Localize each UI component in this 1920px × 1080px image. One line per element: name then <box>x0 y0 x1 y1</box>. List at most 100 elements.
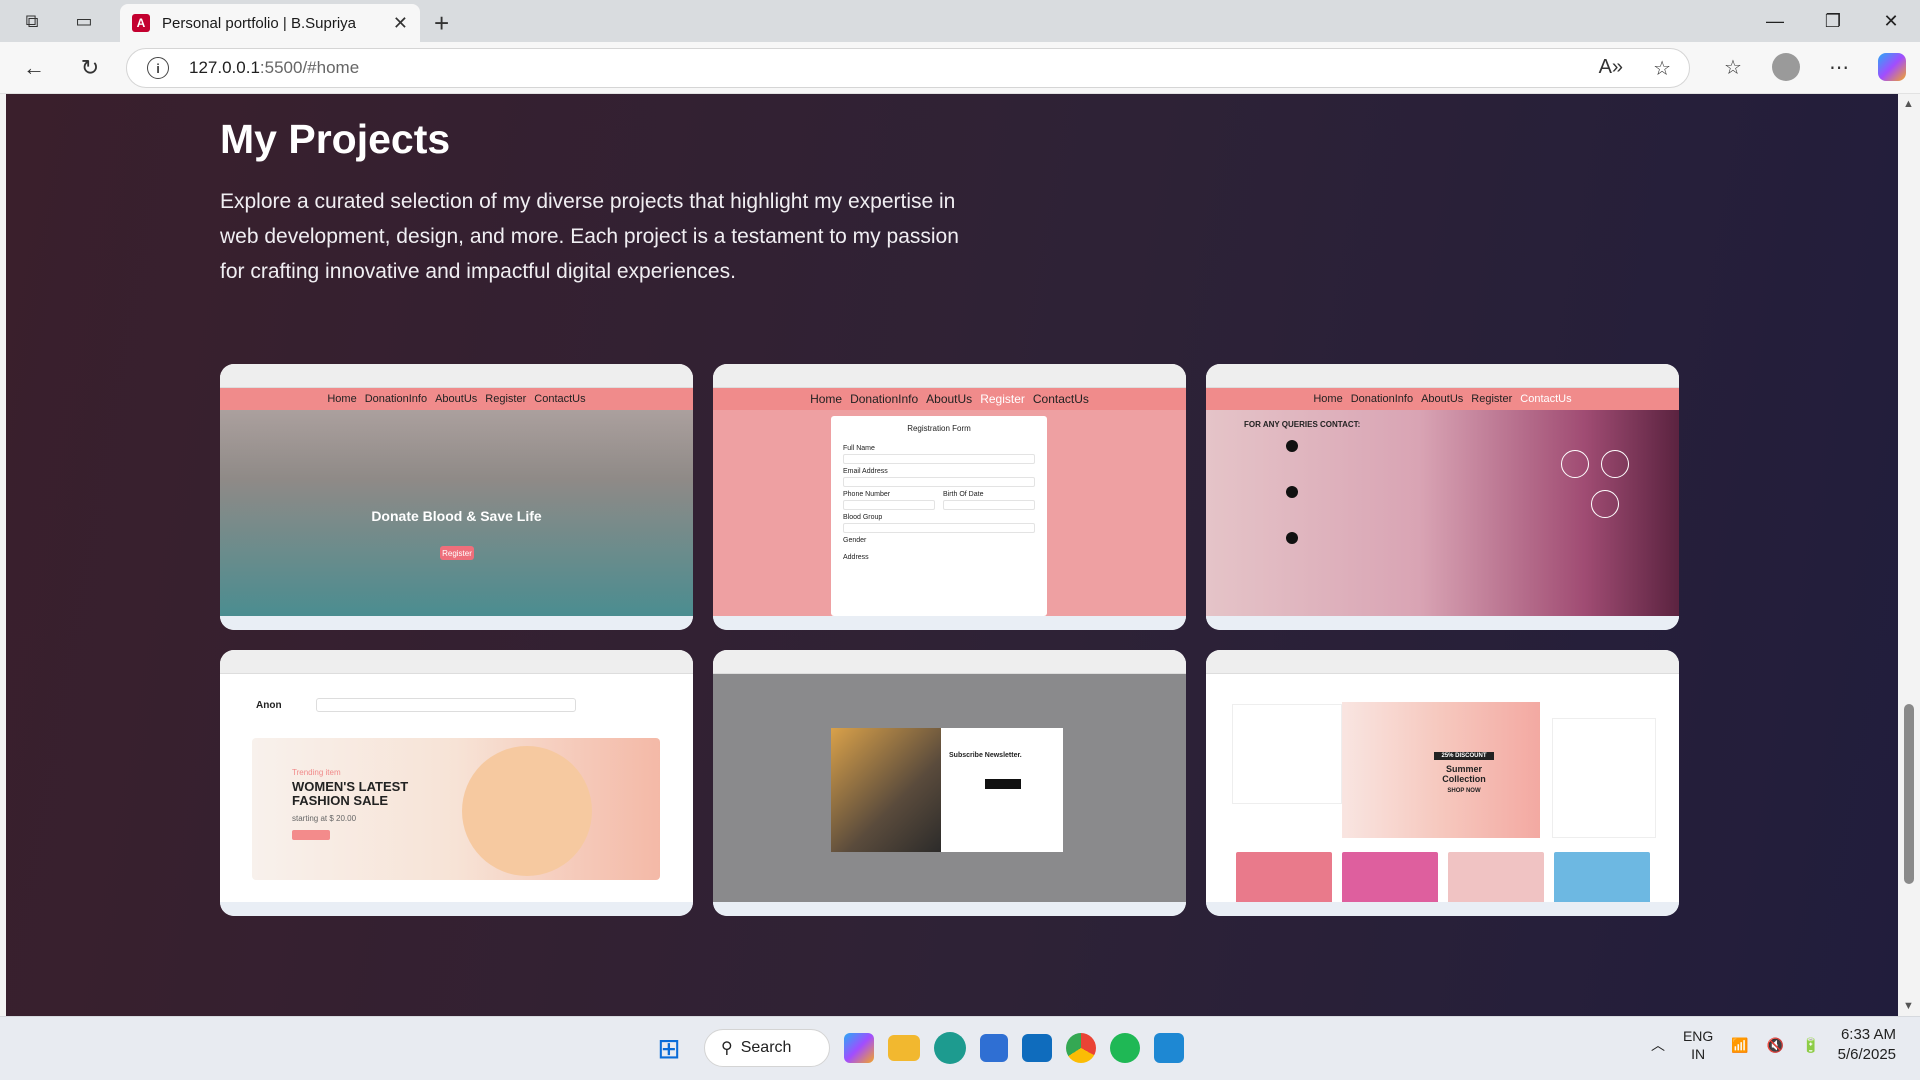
url-text[interactable]: 127.0.0.1:5500/#home <box>189 58 359 78</box>
category-thumbnails <box>1236 852 1650 908</box>
screenshot-taskbar <box>1206 902 1679 916</box>
start-menu-icon[interactable]: ⊞ <box>648 1027 690 1069</box>
nav-item: AboutUs <box>926 392 973 406</box>
field-input <box>843 523 1035 533</box>
scroll-up-icon[interactable]: ▲ <box>1903 98 1914 110</box>
close-window-icon[interactable]: ✕ <box>1862 0 1920 42</box>
favorite-star-icon[interactable]: ☆ <box>1653 56 1671 81</box>
vscode-icon[interactable] <box>1154 1033 1184 1063</box>
close-tab-icon[interactable]: ✕ <box>393 13 408 34</box>
chevron-up-icon[interactable]: ︿ <box>1651 1035 1665 1055</box>
whatsapp-icon[interactable] <box>1110 1033 1140 1063</box>
refresh-icon[interactable]: ↻ <box>74 52 106 84</box>
thumbnail <box>1342 852 1438 908</box>
section-description: Explore a curated selection of my divers… <box>220 190 959 283</box>
page-viewport: My Projects Explore a curated selection … <box>6 94 1898 1016</box>
wifi-icon[interactable]: 📶 <box>1731 1037 1748 1054</box>
chrome-icon[interactable] <box>1066 1033 1096 1063</box>
copilot-icon[interactable] <box>1878 53 1906 81</box>
nav-item: Register <box>1471 393 1513 405</box>
screenshot-browser-chrome <box>1206 650 1679 674</box>
copilot-app-icon[interactable] <box>844 1033 874 1063</box>
location-icon <box>1286 532 1298 544</box>
site-info-icon[interactable]: i <box>147 57 169 79</box>
screenshot-body: Home DonationInfo AboutUs Register Conta… <box>1206 388 1679 616</box>
banner-image <box>462 746 592 876</box>
project-card-contact[interactable]: Home DonationInfo AboutUs Register Conta… <box>1206 364 1679 630</box>
address-bar[interactable]: i 127.0.0.1:5500/#home A» ☆ <box>126 48 1690 88</box>
back-icon[interactable]: ← <box>18 52 50 84</box>
summer-title: Summer Collection <box>1442 764 1486 784</box>
search-label: Search <box>740 1039 792 1056</box>
volume-muted-icon[interactable]: 🔇 <box>1767 1037 1784 1054</box>
new-tab-button[interactable]: + <box>434 8 449 39</box>
microsoft-store-icon[interactable] <box>980 1034 1008 1062</box>
field-label: Gender <box>843 537 867 544</box>
clock[interactable]: 6:33 AM 5/6/2025 <box>1838 1025 1896 1065</box>
nav-item: Home <box>1313 393 1343 405</box>
field-input <box>943 500 1035 510</box>
screenshot-nav: Home DonationInfo AboutUs Register Conta… <box>220 388 693 410</box>
email-icon <box>1286 486 1298 498</box>
nav-item: AboutUs <box>1421 393 1464 405</box>
banner-title: WOMEN'S LATEST FASHION SALE <box>292 779 409 808</box>
subscribe-button <box>985 779 1021 789</box>
profile-avatar[interactable] <box>1772 53 1800 81</box>
register-button: Register <box>440 546 474 560</box>
scrollbar-thumb[interactable] <box>1904 704 1914 884</box>
outlook-icon[interactable] <box>1022 1034 1052 1062</box>
project-card-registration[interactable]: Home DonationInfo AboutUs Register Conta… <box>713 364 1186 630</box>
thumbnail <box>1236 852 1332 908</box>
nav-item: Register <box>485 393 527 405</box>
hero-title: Donate Blood & Save Life <box>371 508 542 524</box>
project-card-newsletter[interactable]: Subscribe Newsletter. <box>713 650 1186 916</box>
restore-icon[interactable]: ❐ <box>1804 0 1862 42</box>
scroll-down-icon[interactable]: ▼ <box>1903 1000 1914 1012</box>
contact-icons <box>1286 440 1298 578</box>
field-input <box>843 477 1035 487</box>
field-label: Address <box>843 554 869 561</box>
contact-heading: FOR ANY QUERIES CONTACT: <box>1244 420 1361 429</box>
clock-date: 5/6/2025 <box>1837 1046 1896 1063</box>
field-label: Birth Of Date <box>943 491 984 498</box>
minimize-icon[interactable]: — <box>1746 0 1804 42</box>
screenshot-body: 25% DISCOUNT Summer Collection SHOP NOW <box>1206 674 1679 908</box>
site-favicon-icon: A <box>132 14 150 32</box>
language-indicator[interactable]: ENG IN <box>1683 1027 1713 1063</box>
browser-tab-active[interactable]: A Personal portfolio | B.Supriya ✕ <box>120 4 420 42</box>
nav-item: Register <box>980 392 1025 406</box>
field-input <box>843 454 1035 464</box>
newsletter-modal: Subscribe Newsletter. <box>831 728 1063 852</box>
project-card-blood-donation[interactable]: Home DonationInfo AboutUs Register Conta… <box>220 364 693 630</box>
section-heading: My Projects <box>220 116 451 162</box>
edge-browser-icon[interactable] <box>934 1032 966 1064</box>
shop-now-button <box>292 830 330 840</box>
anon-logo: Anon <box>256 700 282 711</box>
windows-taskbar: ⊞ ⚲ Search ︿ ENG IN 📶 🔇 🔋 6:33 AM 5/6/20… <box>0 1016 1920 1080</box>
nav-item: ContactUs <box>534 393 586 405</box>
read-aloud-icon[interactable]: A» <box>1599 56 1623 81</box>
nav-item: Home <box>810 392 843 406</box>
file-explorer-icon[interactable] <box>888 1035 920 1061</box>
browser-toolbar: ← ↻ i 127.0.0.1:5500/#home A» ☆ ☆ ⋯ <box>0 42 1920 94</box>
workspaces-icon[interactable]: ⧉ <box>20 9 44 33</box>
battery-icon[interactable]: 🔋 <box>1802 1037 1819 1054</box>
screenshot-browser-chrome <box>1206 364 1679 388</box>
fashion-banner: Trending item WOMEN'S LATEST FASHION SAL… <box>252 738 660 880</box>
projects-grid: Home DonationInfo AboutUs Register Conta… <box>220 364 1679 916</box>
search-icon: ⚲ <box>721 1040 733 1057</box>
summer-cta: SHOP NOW <box>1447 788 1481 794</box>
taskbar-search[interactable]: ⚲ Search <box>704 1029 830 1067</box>
project-card-summer-collection[interactable]: 25% DISCOUNT Summer Collection SHOP NOW <box>1206 650 1679 916</box>
screenshot-browser-chrome <box>713 650 1186 674</box>
page-scrollbar[interactable]: ▲ ▼ <box>1898 94 1920 1016</box>
more-options-icon[interactable]: ⋯ <box>1822 50 1856 84</box>
screenshot-taskbar <box>220 902 693 916</box>
screenshot-body: Home DonationInfo AboutUs Register Conta… <box>220 388 693 616</box>
tab-actions-icon[interactable]: ▭ <box>72 9 96 33</box>
screenshot-body: Subscribe Newsletter. <box>713 674 1186 902</box>
favorites-icon[interactable]: ☆ <box>1716 50 1750 84</box>
screenshot-body: Anon Trending item WOMEN'S LATEST FASHIO… <box>220 674 693 902</box>
nav-item: AboutUs <box>435 393 478 405</box>
project-card-anon-ecommerce[interactable]: Anon Trending item WOMEN'S LATEST FASHIO… <box>220 650 693 916</box>
